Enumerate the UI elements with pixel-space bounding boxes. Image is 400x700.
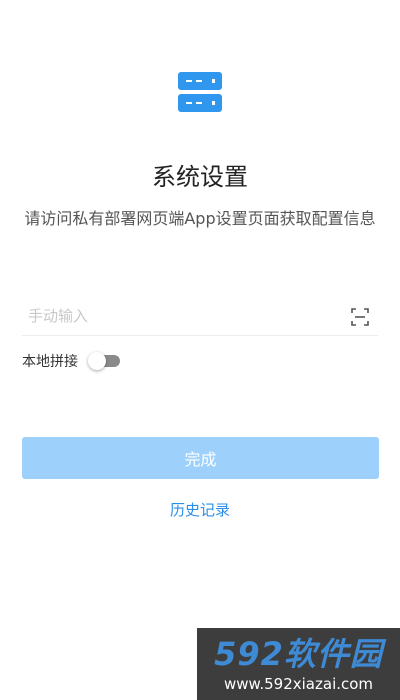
- local-splice-row: 本地拼接: [22, 350, 222, 374]
- done-button[interactable]: 完成: [22, 437, 379, 479]
- toggle-knob: [88, 352, 106, 370]
- scan-icon[interactable]: [350, 307, 370, 327]
- config-input-row: [22, 297, 378, 336]
- page-title: 系统设置: [152, 163, 248, 191]
- history-link[interactable]: 历史记录: [0, 500, 400, 520]
- watermark: 592软件园 www.592xiazai.com: [197, 628, 400, 700]
- manual-input-field[interactable]: [28, 301, 328, 331]
- server-icon: [178, 72, 222, 112]
- watermark-url: www.592xiazai.com: [223, 675, 374, 693]
- watermark-brand: 592软件园: [214, 635, 383, 673]
- local-splice-toggle[interactable]: [88, 352, 120, 370]
- page-description: 请访问私有部署网页端App设置页面获取配置信息: [24, 209, 376, 228]
- local-splice-label: 本地拼接: [22, 354, 78, 370]
